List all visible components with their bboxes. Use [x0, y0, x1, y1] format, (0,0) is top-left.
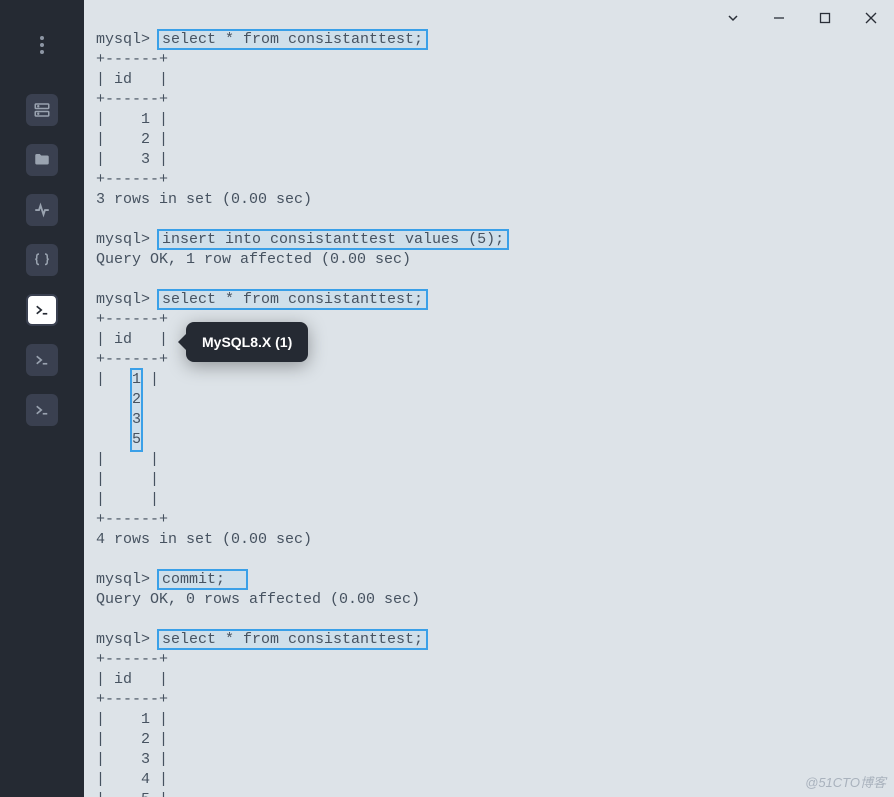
- tooltip-label: MySQL8.X (1): [202, 334, 292, 350]
- table-row: | 1 |: [96, 711, 168, 728]
- menu-icon[interactable]: [40, 36, 44, 54]
- row-suffix: |: [141, 371, 159, 388]
- sql-command: insert into consistanttest values (5);: [159, 231, 507, 248]
- maximize-icon: [819, 12, 831, 24]
- folder-icon: [33, 151, 51, 169]
- prompt: mysql>: [96, 291, 159, 308]
- value: 1: [132, 371, 141, 388]
- sidebar-item-terminal-2[interactable]: [26, 344, 58, 376]
- row-prefix: |: [96, 451, 132, 468]
- terminal-icon: [33, 351, 51, 369]
- tooltip: MySQL8.X (1): [186, 322, 308, 362]
- prompt: mysql>: [96, 231, 159, 248]
- table-sep: +------+: [96, 51, 168, 68]
- content-area: mysql> select * from consistanttest; +--…: [84, 0, 894, 797]
- table-row: | 3 |: [96, 751, 168, 768]
- table-row: | 2 |: [96, 731, 168, 748]
- chevron-down-icon: [727, 12, 739, 24]
- watermark: @51CTO博客: [805, 772, 886, 791]
- highlighted-values: 1 2 3 5: [132, 370, 141, 450]
- sidebar-item-files[interactable]: [26, 144, 58, 176]
- sidebar-item-terminal-1[interactable]: [26, 294, 58, 326]
- row-suffix: |: [141, 491, 159, 508]
- table-sep: +------+: [96, 171, 168, 188]
- sidebar-item-terminal-3[interactable]: [26, 394, 58, 426]
- activity-icon: [33, 201, 51, 219]
- sidebar-item-activity[interactable]: [26, 194, 58, 226]
- prompt: mysql>: [96, 631, 159, 648]
- row-suffix: |: [141, 451, 159, 468]
- terminal-output[interactable]: mysql> select * from consistanttest; +--…: [96, 30, 886, 793]
- terminal-icon: [33, 401, 51, 419]
- table-sep: +------+: [96, 691, 168, 708]
- braces-icon: [33, 251, 51, 269]
- sql-command: commit;: [159, 571, 246, 588]
- sql-command: select * from consistanttest;: [159, 631, 426, 648]
- value: 2: [132, 391, 141, 408]
- row-prefix: |: [96, 491, 132, 508]
- result-summary: 3 rows in set (0.00 sec): [96, 191, 312, 208]
- sidebar-item-braces[interactable]: [26, 244, 58, 276]
- sql-command: select * from consistanttest;: [159, 291, 426, 308]
- value: 3: [132, 411, 141, 428]
- prompt: mysql>: [96, 571, 159, 588]
- table-row: | 2 |: [96, 131, 168, 148]
- sql-command: select * from consistanttest;: [159, 31, 426, 48]
- sidebar: [0, 0, 84, 797]
- minimize-icon: [773, 12, 785, 24]
- table-row: | 1 |: [96, 111, 168, 128]
- prompt: mysql>: [96, 31, 159, 48]
- close-icon: [865, 12, 877, 24]
- row-prefix: |: [96, 371, 132, 388]
- table-row: | 5 |: [96, 791, 168, 797]
- row-prefix: |: [96, 471, 132, 488]
- result-summary: 4 rows in set (0.00 sec): [96, 531, 312, 548]
- value: 5: [132, 431, 141, 448]
- row-suffix: |: [141, 471, 159, 488]
- table-header: | id |: [96, 331, 168, 348]
- result-line: Query OK, 1 row affected (0.00 sec): [96, 251, 411, 268]
- table-row: | 4 |: [96, 771, 168, 788]
- sidebar-item-server[interactable]: [26, 94, 58, 126]
- terminal-icon: [33, 301, 51, 319]
- table-sep: +------+: [96, 311, 168, 328]
- table-sep: +------+: [96, 651, 168, 668]
- table-header: | id |: [96, 671, 168, 688]
- table-sep: +------+: [96, 91, 168, 108]
- result-line: Query OK, 0 rows affected (0.00 sec): [96, 591, 420, 608]
- table-header: | id |: [96, 71, 168, 88]
- table-sep: +------+: [96, 351, 168, 368]
- table-sep: +------+: [96, 511, 168, 528]
- server-icon: [33, 101, 51, 119]
- table-row: | 3 |: [96, 151, 168, 168]
